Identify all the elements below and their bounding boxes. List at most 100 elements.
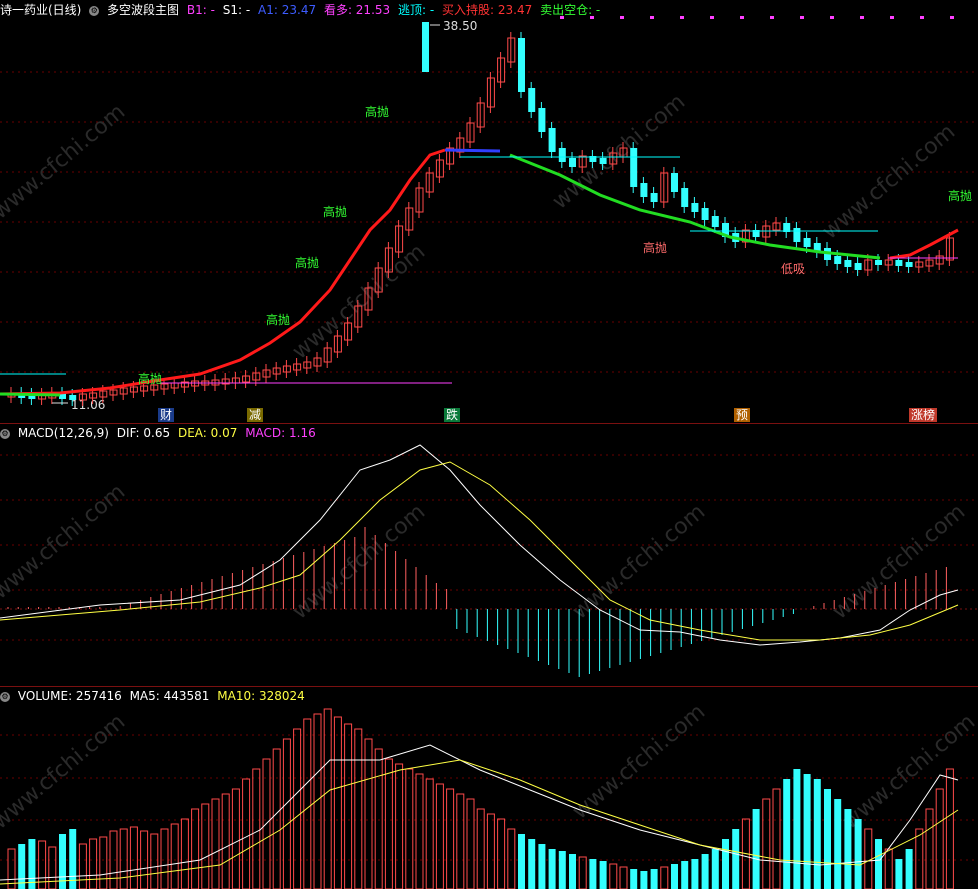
volume-bar (650, 869, 658, 889)
volume-bar (486, 813, 495, 889)
volume-bar (803, 774, 811, 889)
volume-bar (282, 738, 291, 889)
candle-body (558, 148, 566, 162)
volume-bar (711, 849, 719, 889)
macd-dif-line (0, 444, 959, 646)
volume-bar (681, 861, 689, 889)
volume-bar (221, 793, 230, 889)
volume-bar (89, 838, 98, 889)
watermark-text: www.cfchi.com (838, 709, 978, 834)
signal-label: 高抛 (365, 104, 389, 119)
volume-bar (854, 819, 862, 889)
candle-body (569, 158, 576, 167)
candle-body (518, 38, 525, 92)
watermark-text: www.cfchi.com (0, 99, 130, 224)
candle-body (875, 260, 882, 265)
signal-label: 高抛 (948, 188, 972, 203)
volume-bar (211, 798, 220, 889)
volume-bar (691, 859, 699, 889)
volume-bar (201, 803, 210, 889)
signal-dot (770, 16, 774, 19)
volume-bar (905, 849, 913, 889)
signal-label: 高抛 (643, 240, 667, 255)
volume-bar (569, 854, 576, 889)
volume-bar (722, 839, 729, 889)
volume-bar (752, 809, 760, 889)
volume-bar (589, 859, 597, 889)
candle-body (671, 173, 678, 192)
candle-body (538, 108, 546, 132)
ma-line-start (0, 392, 61, 397)
volume-bar (293, 728, 302, 889)
signal-dot (680, 16, 684, 19)
volume-bar (925, 808, 934, 889)
volume-bar (405, 768, 414, 889)
volume-bar (844, 809, 852, 889)
volume-bar (945, 768, 954, 889)
watermark-text: www.cfchi.com (548, 89, 690, 214)
watermark-text: www.cfchi.com (568, 699, 710, 824)
volume-bar (425, 778, 434, 889)
candle-body (640, 183, 648, 197)
ma-line-flat (444, 148, 501, 153)
candle-body (691, 203, 699, 212)
volume-bar (28, 839, 36, 889)
volume-bar (497, 818, 506, 889)
signal-dot (620, 16, 624, 19)
volume-bar (303, 718, 312, 889)
signal-dot (800, 16, 804, 19)
signal-dot (560, 16, 564, 19)
signal-label: 高抛 (266, 312, 290, 327)
volume-bar (915, 828, 924, 889)
candle-body (844, 260, 852, 267)
volume-bar (772, 788, 781, 889)
candle-body (528, 88, 536, 112)
volume-bar (895, 859, 903, 889)
volume-bar (344, 723, 353, 889)
volume-bar (793, 769, 801, 889)
volume-bar (701, 854, 709, 889)
watermark-text: www.cfchi.com (0, 709, 130, 834)
volume-bar (446, 788, 455, 889)
signal-dot (740, 16, 744, 19)
volume-bar (48, 846, 57, 889)
signal-dot (950, 16, 954, 19)
watermark-text: www.cfchi.com (568, 499, 710, 624)
volume-bar (824, 789, 831, 889)
candle-body (599, 158, 607, 164)
volume-bar (783, 779, 791, 889)
kline-chart[interactable]: www.cfchi.com www.cfchi.com www.cfchi.com w… (0, 0, 978, 889)
volume-bar (18, 844, 26, 889)
volume-bar (476, 808, 485, 889)
candle-body (650, 193, 658, 202)
signal-dot (860, 16, 864, 19)
signal-label: 高抛 (138, 371, 162, 386)
signal-label: 高抛 (295, 255, 319, 270)
candle-body (854, 263, 862, 270)
candle-body (69, 395, 77, 400)
volume-bar (252, 768, 261, 889)
volume-bar (732, 829, 740, 889)
volume-bar (466, 798, 475, 889)
volume-bar (875, 839, 882, 889)
watermark-text: www.cfchi.com (828, 499, 970, 624)
volume-bar (242, 778, 251, 889)
signal-dot (830, 16, 834, 19)
volume-bar (834, 799, 842, 889)
volume-bar (660, 866, 669, 889)
volume-bar (231, 788, 240, 889)
volume-bar (78, 843, 87, 889)
signal-dot (890, 16, 894, 19)
signal-dot (590, 16, 594, 19)
volume-bar (640, 871, 648, 889)
ma-line-rising-2 (889, 228, 959, 260)
volume-bar (813, 779, 821, 889)
candle-body (711, 216, 719, 227)
signal-dot (920, 16, 924, 19)
signal-dot (650, 16, 654, 19)
volume-bar (374, 748, 383, 889)
volume-bar (129, 826, 138, 889)
volume-bar (538, 844, 546, 889)
volume-bar (578, 856, 587, 889)
volume-bar (323, 708, 332, 889)
